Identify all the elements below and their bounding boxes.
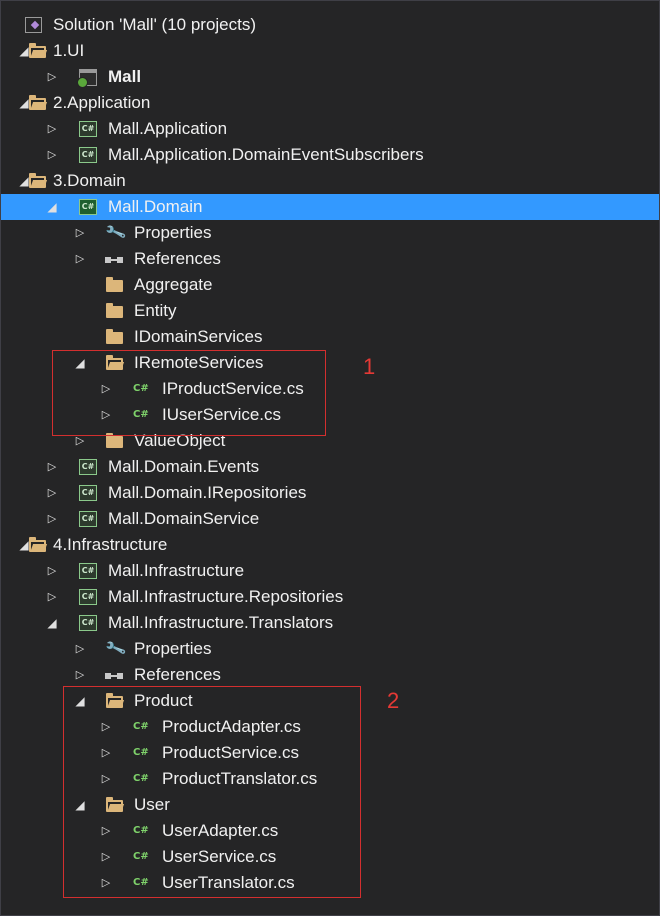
tree-item[interactable]: ▷ C# Mall.Domain.Events — [1, 454, 659, 480]
tree-item[interactable]: ▷ References — [1, 662, 659, 688]
csharp-project-icon: C# — [78, 484, 98, 502]
tree-item[interactable]: ▷ C# Mall.Application — [1, 116, 659, 142]
tree-item[interactable]: ◢ 2.Application — [1, 90, 659, 116]
folder-icon — [105, 328, 125, 346]
expand-arrow-icon[interactable]: ▷ — [45, 558, 59, 584]
tree-item[interactable]: ▷ C# Mall.Infrastructure.Repositories — [1, 584, 659, 610]
tree-item-label: Solution 'Mall' (10 projects) — [53, 15, 257, 34]
collapse-arrow-icon[interactable]: ◢ — [45, 194, 59, 220]
folder-icon — [105, 302, 125, 320]
tree-item[interactable]: ▷ 🔧 Properties — [1, 636, 659, 662]
tree-item-label: Mall.Infrastructure.Translators — [108, 613, 334, 632]
tree-item-label: Mall — [108, 67, 142, 86]
csharp-project-icon: C# — [78, 120, 98, 138]
tree-item-label: 2.Application — [53, 93, 151, 112]
annotation-number: 1 — [363, 354, 376, 379]
tree-item[interactable]: ▷ C# Mall.DomainService — [1, 506, 659, 532]
csharp-project-icon: C# — [78, 146, 98, 164]
folder-icon — [105, 276, 125, 294]
wrench-icon: 🔧 — [104, 221, 128, 244]
tree-item-label: Mall.Infrastructure — [108, 561, 245, 580]
tree-item[interactable]: ▷ C# Mall.Infrastructure — [1, 558, 659, 584]
tree-item[interactable]: ◢ 1.UI — [1, 38, 659, 64]
tree-item[interactable]: Entity — [1, 298, 659, 324]
expand-arrow-icon[interactable]: ▷ — [45, 454, 59, 480]
tree-item[interactable]: ▷ Mall — [1, 64, 659, 90]
references-icon — [105, 250, 125, 268]
annotation-box — [63, 686, 361, 898]
tree-item[interactable]: Solution 'Mall' (10 projects) — [1, 12, 659, 38]
folder-open-icon — [28, 172, 48, 190]
tree-item[interactable]: ▷ References — [1, 246, 659, 272]
tree-item-label: Aggregate — [134, 275, 213, 294]
tree-item-label: Properties — [134, 639, 212, 658]
tree-item-label: References — [134, 665, 221, 684]
folder-open-icon — [28, 536, 48, 554]
tree-item[interactable]: ▷ 🔧 Properties — [1, 220, 659, 246]
annotation-number: 2 — [387, 688, 400, 713]
tree-item-label: Mall.DomainService — [108, 509, 260, 528]
tree-item[interactable]: IDomainServices — [1, 324, 659, 350]
csharp-project-icon: C# — [78, 588, 98, 606]
tree-item-label: 4.Infrastructure — [53, 535, 168, 554]
expand-arrow-icon[interactable]: ▷ — [73, 246, 87, 272]
expand-arrow-icon[interactable]: ▷ — [45, 142, 59, 168]
web-project-icon — [77, 68, 98, 88]
folder-open-icon — [28, 42, 48, 60]
tree-item[interactable]: ▷ C# Mall.Domain.IRepositories — [1, 480, 659, 506]
solution-icon — [23, 16, 43, 34]
tree-item-label: Mall.Domain.IRepositories — [108, 483, 307, 502]
tree-item-label: Mall.Domain.Events — [108, 457, 260, 476]
expand-arrow-icon[interactable]: ▷ — [45, 584, 59, 610]
tree-item[interactable]: ◢ 3.Domain — [1, 168, 659, 194]
folder-open-icon — [28, 94, 48, 112]
tree-item[interactable]: ◢ C# Mall.Infrastructure.Translators — [1, 610, 659, 636]
expand-arrow-icon[interactable]: ▷ — [73, 220, 87, 246]
expand-arrow-icon[interactable]: ▷ — [45, 506, 59, 532]
tree-item-label: 3.Domain — [53, 171, 126, 190]
csharp-project-icon: C# — [78, 510, 98, 528]
csharp-project-icon: C# — [78, 614, 98, 632]
tree-item[interactable]: ▷ C# Mall.Application.DomainEventSubscribe… — [1, 142, 659, 168]
tree-item-label: Entity — [134, 301, 177, 320]
tree-item[interactable]: ◢ C# Mall.Domain — [1, 194, 659, 220]
expand-arrow-icon[interactable]: ▷ — [45, 64, 59, 90]
tree-item-label: Properties — [134, 223, 212, 242]
tree-item-label: 1.UI — [53, 41, 85, 60]
wrench-icon: 🔧 — [104, 637, 128, 660]
csharp-project-icon: C# — [78, 458, 98, 476]
tree-item-label: IDomainServices — [134, 327, 263, 346]
tree-item-label: References — [134, 249, 221, 268]
tree-item-label: Mall.Application — [108, 119, 228, 138]
collapse-arrow-icon[interactable]: ◢ — [45, 610, 59, 636]
expand-arrow-icon[interactable]: ▷ — [45, 116, 59, 142]
tree-item-label: Mall.Domain — [108, 197, 203, 216]
tree-item[interactable]: ◢ 4.Infrastructure — [1, 532, 659, 558]
expand-arrow-icon[interactable]: ▷ — [73, 662, 87, 688]
annotation-box — [52, 350, 326, 436]
tree-item-label: Mall.Infrastructure.Repositories — [108, 587, 344, 606]
expand-arrow-icon[interactable]: ▷ — [73, 636, 87, 662]
csharp-project-icon: C# — [78, 198, 98, 216]
solution-explorer-tree: Solution 'Mall' (10 projects) ◢ 1.UI ▷ Mall ◢… — [0, 0, 660, 916]
expand-arrow-icon[interactable]: ▷ — [45, 480, 59, 506]
tree-item-label: Mall.Application.DomainEventSubscribers — [108, 145, 424, 164]
csharp-project-icon: C# — [78, 562, 98, 580]
references-icon — [105, 666, 125, 684]
tree-item[interactable]: Aggregate — [1, 272, 659, 298]
